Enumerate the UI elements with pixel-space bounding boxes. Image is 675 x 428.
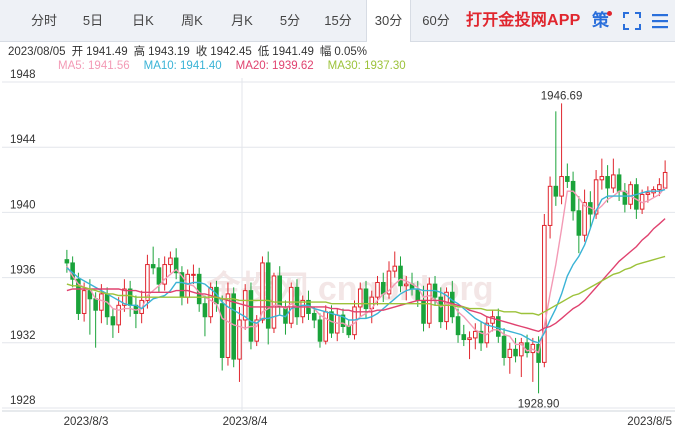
candle-body-up xyxy=(542,224,547,363)
candle-body-down xyxy=(616,174,622,192)
x-tick-label: 2023/8/5 xyxy=(627,416,672,428)
candle-body-down xyxy=(231,293,236,360)
candle-body-down xyxy=(363,288,369,310)
candle-body-up xyxy=(99,293,104,311)
candle-body-down xyxy=(127,288,133,306)
candle-body-down xyxy=(565,176,570,182)
candle-body-down xyxy=(150,264,156,269)
high-price-annotation: 1946.69 xyxy=(541,90,583,102)
candle-body-up xyxy=(582,202,587,236)
y-tick-label: 1944 xyxy=(10,134,36,146)
candle-body-up xyxy=(375,281,380,298)
y-tick-label: 1928 xyxy=(10,395,36,407)
candle-body-up xyxy=(530,343,536,354)
candle-body-down xyxy=(622,190,628,205)
candle-body-down xyxy=(248,290,254,342)
candle-body-up xyxy=(507,348,513,358)
candle-body-up xyxy=(611,174,616,189)
candle-body-up xyxy=(116,304,121,326)
candle-body-down xyxy=(196,273,202,305)
candle-body-down xyxy=(570,180,576,212)
candle-body-down xyxy=(317,319,323,342)
candle-body-up xyxy=(645,192,651,195)
candle-body-up xyxy=(467,337,472,341)
candle-body-up xyxy=(81,290,87,314)
candle-body-up xyxy=(191,273,196,276)
candle-body-up xyxy=(185,273,190,298)
candle-body-down xyxy=(605,176,610,189)
candle-body-down xyxy=(311,312,317,321)
candle-body-up xyxy=(168,257,173,266)
candle-body-down xyxy=(346,326,352,336)
candle-body-down xyxy=(501,335,507,358)
candle-body-up xyxy=(392,265,398,272)
x-tick-label: 2023/8/4 xyxy=(223,416,268,428)
candle-body-down xyxy=(576,210,582,236)
x-tick-label: 2023/8/3 xyxy=(64,416,109,428)
candle-body-down xyxy=(461,334,467,341)
candle-body-up xyxy=(225,293,231,358)
candle-body-down xyxy=(64,259,70,264)
candle-body-up xyxy=(473,330,478,339)
candle-body-up xyxy=(547,185,553,226)
candle-body-up xyxy=(657,184,662,191)
candle-body-down xyxy=(634,184,639,210)
candle-body-up xyxy=(300,299,306,318)
low-price-annotation: 1928.90 xyxy=(518,398,560,410)
candle-body-up xyxy=(403,283,409,287)
candle-body-down xyxy=(219,303,225,358)
y-tick-label: 1936 xyxy=(10,265,36,277)
y-tick-label: 1932 xyxy=(10,330,36,342)
candle-body-up xyxy=(599,176,605,181)
candle-body-up xyxy=(334,314,340,334)
candle-body-up xyxy=(208,286,213,318)
candle-body-down xyxy=(104,293,110,318)
candlestick-chart[interactable]: 金投网 cngold.org 194819441940193619321928 … xyxy=(0,0,675,428)
candle-body-down xyxy=(202,303,208,318)
candle-body-down xyxy=(380,281,386,295)
candle-body-down xyxy=(553,185,559,197)
candle-body-down xyxy=(110,316,116,326)
candle-body-up xyxy=(559,176,564,197)
y-tick-label: 1940 xyxy=(10,199,36,211)
candle-body-down xyxy=(93,298,98,311)
candle-body-down xyxy=(398,265,403,287)
candle-body-up xyxy=(323,311,329,342)
candle-body-up xyxy=(662,171,668,189)
candle-body-down xyxy=(513,348,518,357)
candle-body-down xyxy=(455,316,461,336)
candle-body-down xyxy=(156,267,162,285)
y-tick-label: 1948 xyxy=(10,69,36,81)
